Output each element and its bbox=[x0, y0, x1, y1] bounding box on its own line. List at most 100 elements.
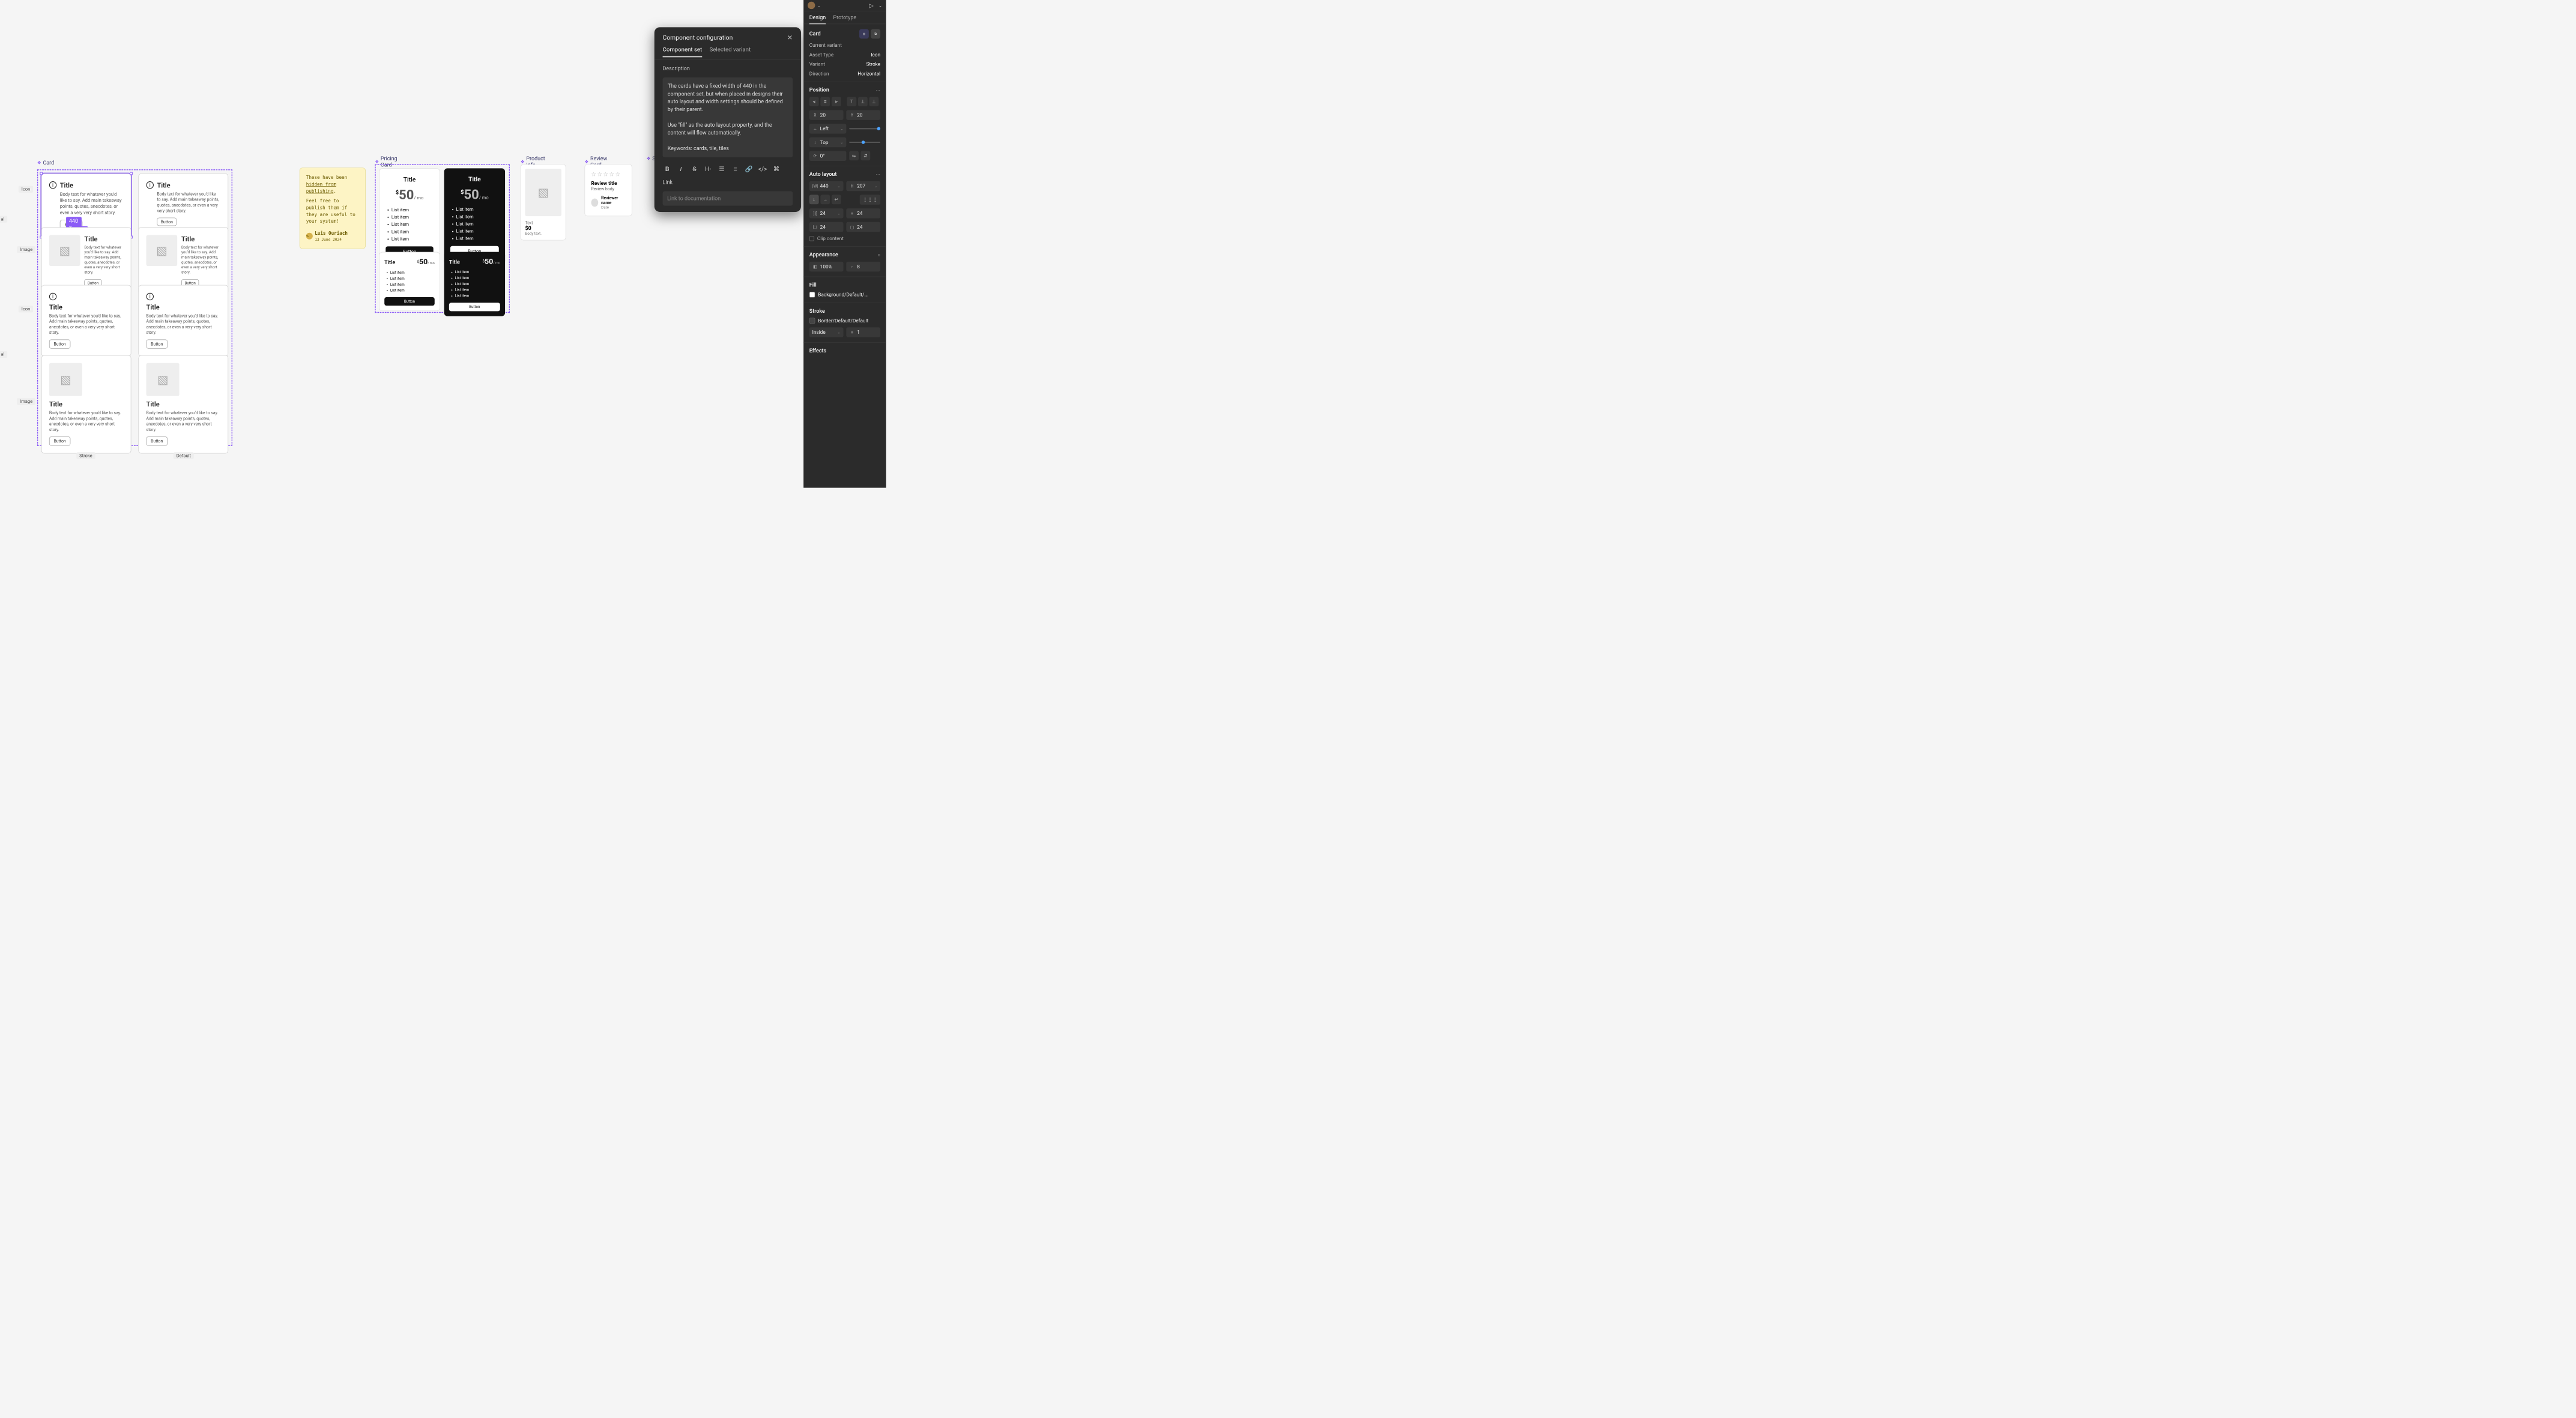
fill-swatch[interactable] bbox=[809, 292, 815, 298]
unordered-list-icon[interactable]: ☰ bbox=[717, 164, 726, 173]
stroke-weight-input[interactable]: ≡1 bbox=[846, 327, 880, 337]
prop-asset-type[interactable]: Icon bbox=[871, 52, 880, 58]
avatar bbox=[591, 198, 599, 207]
direction-vertical-icon[interactable]: ↓ bbox=[809, 195, 819, 204]
tag-icon: Icon bbox=[19, 186, 33, 193]
gap-h-input[interactable]: ]|[24⌄ bbox=[809, 208, 844, 219]
ordered-list-icon[interactable]: ≡ bbox=[731, 164, 740, 173]
component-config-panel[interactable]: Component configuration ✕ Component set … bbox=[655, 27, 801, 212]
autolayout-menu-icon[interactable]: ⋯ bbox=[876, 172, 881, 177]
gap-v-input[interactable]: ≡24 bbox=[846, 208, 880, 219]
image-placeholder-icon: ▧ bbox=[147, 235, 178, 266]
rotation-input[interactable]: ⟳0° bbox=[809, 151, 847, 161]
direction-horizontal-icon[interactable]: → bbox=[820, 195, 830, 204]
component-icon: ❖ bbox=[585, 159, 589, 164]
image-placeholder-icon: ▧ bbox=[525, 169, 561, 216]
x-input[interactable]: X20 bbox=[809, 110, 844, 120]
code-block-icon[interactable]: ⌘ bbox=[772, 164, 781, 173]
valign-select[interactable]: ↕Top⌄ bbox=[809, 137, 847, 148]
prop-direction[interactable]: Horizontal bbox=[857, 71, 880, 77]
card-variant[interactable]: i Title Body text for whatever you'd lik… bbox=[41, 285, 132, 357]
tab-prototype[interactable]: Prototype bbox=[833, 14, 857, 23]
info-icon: i bbox=[147, 181, 154, 189]
align-bottom-icon[interactable]: ⊥ bbox=[869, 97, 879, 106]
play-icon[interactable]: ▷ bbox=[869, 2, 873, 8]
settings-icon[interactable]: ⚙ bbox=[859, 29, 869, 39]
strikethrough-icon[interactable]: S bbox=[690, 164, 699, 173]
align-top-icon[interactable]: ⊤ bbox=[847, 97, 856, 106]
pad-v-input[interactable]: ▢24 bbox=[846, 222, 880, 232]
heading-icon[interactable]: H↕ bbox=[704, 164, 713, 173]
link-icon[interactable]: 🔗 bbox=[745, 164, 754, 173]
price-value: $50/ mo bbox=[385, 187, 433, 203]
pricing-card-dark[interactable]: Title $50/ mo List itemList itemList ite… bbox=[444, 168, 505, 264]
pricing-card-light-compact[interactable]: Title $50/ mo List itemList itemList ite… bbox=[379, 252, 440, 311]
italic-icon[interactable]: I bbox=[676, 164, 685, 173]
chevron-down-icon[interactable]: ⌄ bbox=[817, 3, 821, 8]
copy-icon[interactable]: ⧉ bbox=[871, 29, 880, 39]
position-menu-icon[interactable]: ⋯ bbox=[876, 88, 881, 93]
direction-wrap-icon[interactable]: ↩ bbox=[832, 195, 841, 204]
width-input[interactable]: |W|440⌄ bbox=[809, 181, 844, 192]
bold-icon[interactable]: B bbox=[663, 164, 672, 173]
sticky-text: These have been hidden from publishing. bbox=[306, 174, 359, 195]
y-input[interactable]: Y20 bbox=[846, 110, 880, 120]
appearance-settings-icon[interactable]: ⊚ bbox=[878, 253, 881, 257]
selection-name: Card bbox=[809, 31, 821, 37]
frame-label-card[interactable]: ❖ Card bbox=[37, 160, 54, 166]
component-icon: ❖ bbox=[521, 159, 525, 164]
pad-h-input[interactable]: |□|24 bbox=[809, 222, 844, 232]
tag-image: Image bbox=[17, 246, 35, 253]
pricing-card-light[interactable]: Title $50/ mo List itemList itemList ite… bbox=[379, 168, 440, 265]
align-left-icon[interactable]: ⫷ bbox=[809, 97, 819, 106]
chevron-down-icon[interactable]: ⌄ bbox=[878, 3, 882, 8]
flip-h-icon[interactable]: ⇋ bbox=[849, 151, 859, 160]
tag-horizontal-2: al bbox=[0, 351, 7, 358]
alignment-grid[interactable]: ⋮⋮⋮ bbox=[860, 195, 880, 205]
card-variant-image-v[interactable]: ▧ Title Body text for whatever you'd lik… bbox=[41, 355, 132, 454]
link-input[interactable]: Link to documentation bbox=[663, 192, 793, 206]
design-canvas[interactable]: ❖ Card Icon al Image Icon al Image i Tit… bbox=[0, 0, 80, 488]
halign-select[interactable]: ↔Left⌄ bbox=[809, 124, 847, 134]
flip-v-icon[interactable]: ⇵ bbox=[860, 151, 870, 160]
align-center-h-icon[interactable]: ≡ bbox=[820, 97, 830, 106]
info-icon: i bbox=[49, 293, 56, 300]
align-right-icon[interactable]: ⫸ bbox=[832, 97, 841, 106]
review-card[interactable]: ☆☆☆☆☆ Review title Review body Reviewer … bbox=[585, 164, 632, 216]
fill-value[interactable]: Background/Default/… bbox=[818, 292, 868, 298]
description-label: Description bbox=[663, 65, 793, 71]
stroke-value[interactable]: Border/Default/Default bbox=[818, 318, 868, 324]
product-card[interactable]: ▧ Text $0 Body text. bbox=[521, 164, 566, 240]
avatar[interactable] bbox=[808, 2, 815, 9]
component-icon: ❖ bbox=[37, 160, 41, 166]
component-icon: ❖ bbox=[647, 156, 651, 161]
tab-component-set[interactable]: Component set bbox=[663, 46, 703, 57]
code-icon[interactable]: </> bbox=[758, 164, 767, 173]
clip-content-checkbox[interactable] bbox=[809, 236, 814, 241]
tab-selected-variant[interactable]: Selected variant bbox=[710, 46, 751, 56]
avatar: ✎ bbox=[306, 233, 313, 240]
align-center-v-icon[interactable]: ⊥ bbox=[858, 97, 868, 106]
tab-design[interactable]: Design bbox=[809, 14, 826, 24]
radius-input[interactable]: ⌐8 bbox=[846, 262, 880, 272]
rich-text-toolbar: B I S H↕ ☰ ≡ 🔗 </> ⌘ bbox=[663, 164, 793, 173]
card-variant-image-v[interactable]: ▧ Title Body text for whatever you'd lik… bbox=[138, 355, 228, 454]
stroke-position-select[interactable]: Inside⌄ bbox=[809, 327, 844, 337]
tag-horizontal: al bbox=[0, 216, 7, 222]
tag-stroke: Stroke bbox=[76, 452, 95, 459]
panel-title: Component configuration bbox=[663, 34, 733, 41]
card-variant[interactable]: i Title Body text for whatever you'd lik… bbox=[138, 173, 228, 234]
info-icon: i bbox=[147, 293, 154, 300]
sticky-note[interactable]: These have been hidden from publishing. … bbox=[300, 167, 366, 249]
h-slider[interactable] bbox=[849, 128, 880, 129]
card-variant[interactable]: i Title Body text for whatever you'd lik… bbox=[138, 285, 228, 357]
v-slider[interactable] bbox=[849, 142, 880, 143]
close-icon[interactable]: ✕ bbox=[787, 34, 793, 42]
sticky-date: 13 June 2024 bbox=[315, 237, 348, 242]
prop-variant[interactable]: Stroke bbox=[866, 61, 881, 67]
stroke-swatch[interactable] bbox=[809, 318, 815, 324]
description-textarea[interactable]: The cards have a fixed width of 440 in t… bbox=[663, 77, 793, 157]
opacity-input[interactable]: ◧100% bbox=[809, 262, 844, 272]
height-input[interactable]: H207⌄ bbox=[846, 181, 880, 192]
pricing-card-dark-compact[interactable]: Title $50/ mo List itemList itemList ite… bbox=[444, 252, 505, 316]
